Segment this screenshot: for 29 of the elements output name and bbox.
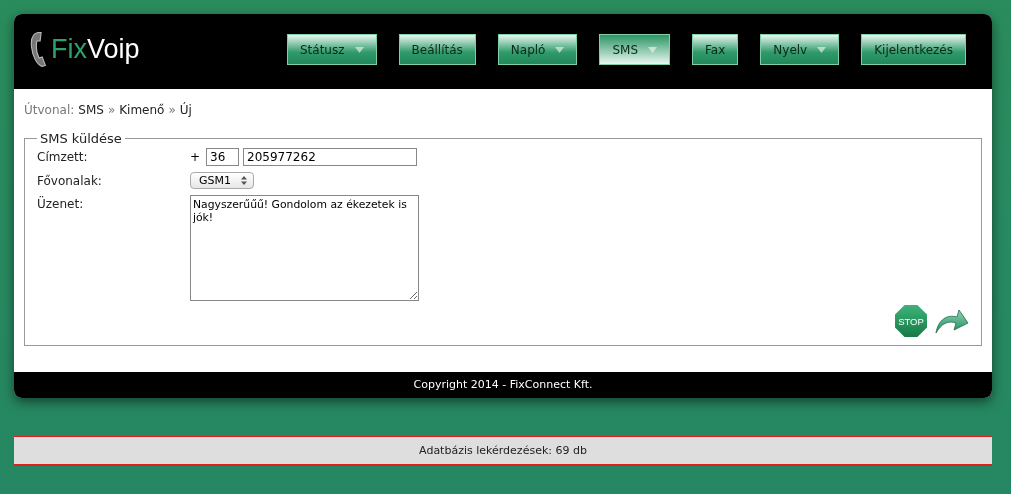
status-bar: Adatbázis lekérdezések: 69 db — [14, 436, 992, 466]
breadcrumb-separator: » — [168, 103, 176, 117]
forward-arrow-icon[interactable] — [935, 308, 969, 334]
breadcrumb-link[interactable]: Új — [179, 103, 192, 117]
nav-button[interactable]: Beállítás — [398, 34, 476, 65]
nav-button[interactable]: Nyelv — [760, 34, 840, 65]
trunk-select[interactable]: GSM1 — [190, 172, 254, 189]
breadcrumb-label: Útvonal: — [24, 103, 75, 117]
field-label: Fővonalak: — [37, 173, 103, 189]
breadcrumb-link[interactable]: SMS — [78, 103, 104, 117]
breadcrumb-separator: » — [107, 103, 116, 117]
breadcrumb-link[interactable]: Kimenő — [119, 103, 165, 117]
form-legend: SMS küldése — [37, 131, 125, 146]
message-field[interactable]: Nagyszerűűű! Gondolom az ékezetek is jók! — [190, 195, 419, 301]
nav-button[interactable]: SMS — [599, 34, 671, 65]
copyright-text: Copyright 2014 - FixConnect Kft. — [14, 372, 992, 398]
plus-sign: + — [190, 150, 201, 164]
phone-icon — [30, 32, 47, 67]
field-label: Címzett: — [37, 149, 89, 166]
stop-button[interactable]: STOP — [895, 305, 927, 337]
phone-number-field[interactable]: 205977262 — [243, 148, 418, 166]
logo-text: FixVoip — [51, 34, 140, 65]
nav-button[interactable]: Kijelentkezés — [861, 34, 966, 65]
nav-button[interactable]: Státusz — [287, 34, 377, 65]
nav-button[interactable]: Fax — [692, 34, 739, 65]
chevrons-icon — [241, 176, 247, 185]
nav-button[interactable]: Napló — [497, 34, 578, 65]
field-label: Üzenet: — [37, 195, 85, 213]
country-code-field[interactable]: 36 — [206, 148, 240, 166]
